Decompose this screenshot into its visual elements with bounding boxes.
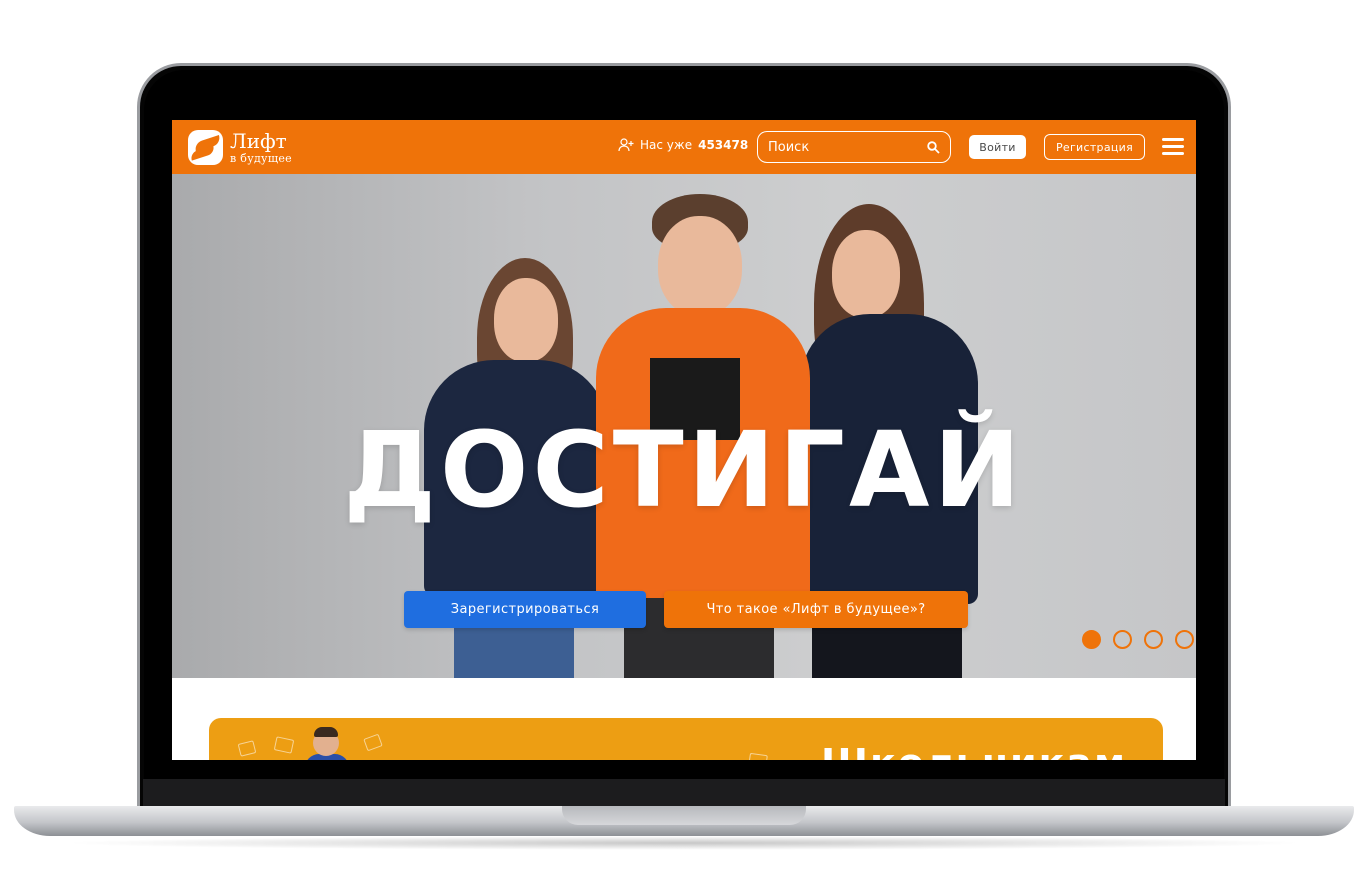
hero-slider: ДОСТИГАЙ Зарегистрироваться Что такое «Л… — [172, 174, 1196, 678]
logo-mark-icon — [188, 129, 223, 165]
about-cta-button[interactable]: Что такое «Лифт в будущее»? — [664, 591, 968, 628]
search-input[interactable] — [768, 139, 918, 155]
site-header: Лифт в будущее Нас уже 453478 Войти Реги… — [172, 120, 1196, 174]
slider-dot-3[interactable] — [1144, 630, 1163, 649]
users-label: Нас уже — [640, 138, 693, 152]
user-plus-icon — [618, 138, 634, 152]
search-icon[interactable] — [927, 141, 940, 154]
book-doodle-icon — [748, 752, 768, 760]
students-banner[interactable]: Школьникам — [209, 718, 1163, 760]
banner-title: Школьникам — [821, 744, 1127, 760]
slider-dot-1[interactable] — [1082, 630, 1101, 649]
hero-title: ДОСТИГАЙ — [343, 409, 1025, 531]
site-logo[interactable]: Лифт в будущее — [188, 129, 292, 165]
browser-screen: Лифт в будущее Нас уже 453478 Войти Реги… — [172, 120, 1196, 760]
slider-dot-2[interactable] — [1113, 630, 1132, 649]
book-doodle-icon — [363, 733, 383, 752]
laptop-shadow — [60, 836, 1308, 850]
users-count: 453478 — [698, 138, 749, 152]
hamburger-menu-icon[interactable] — [1162, 138, 1184, 156]
login-button[interactable]: Войти — [969, 135, 1026, 159]
logo-title: Лифт — [230, 128, 287, 153]
laptop-chin — [143, 779, 1225, 807]
laptop-notch — [562, 806, 806, 825]
register-cta-button[interactable]: Зарегистрироваться — [404, 591, 646, 628]
book-doodle-icon — [273, 736, 295, 754]
book-doodle-icon — [237, 740, 257, 757]
register-button[interactable]: Регистрация — [1044, 134, 1145, 160]
users-counter: Нас уже 453478 — [618, 138, 748, 152]
slider-dot-4[interactable] — [1175, 630, 1194, 649]
search-box — [757, 131, 951, 163]
logo-text: Лифт в будущее — [230, 131, 292, 164]
slider-dots — [1082, 630, 1196, 649]
logo-subtitle: в будущее — [230, 151, 292, 165]
